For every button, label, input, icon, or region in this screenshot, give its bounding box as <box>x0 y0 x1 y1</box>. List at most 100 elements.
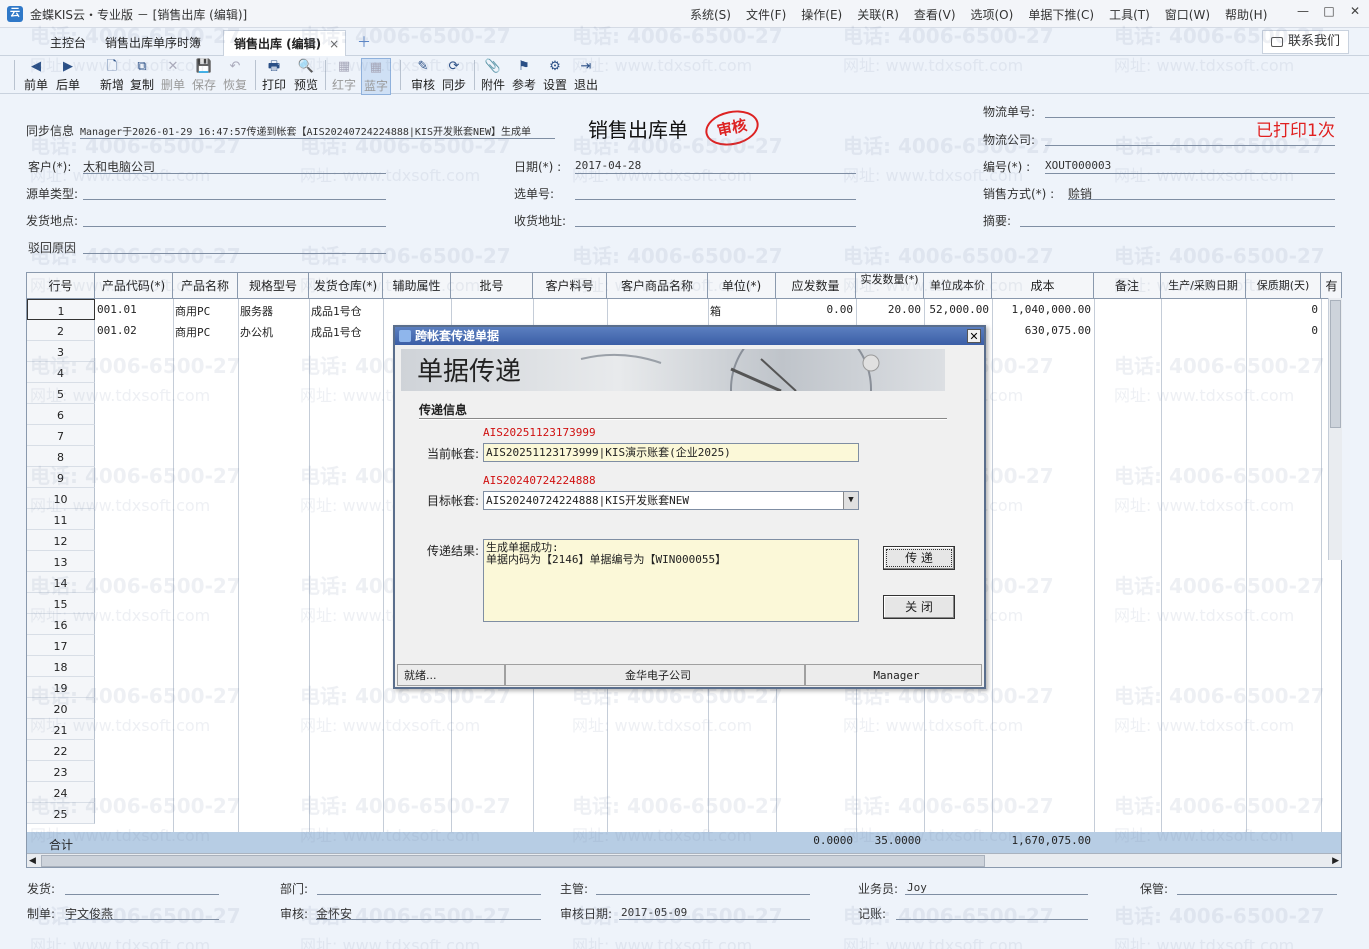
delete-button[interactable]: ✕ 删单 <box>158 58 188 93</box>
add-tab-icon[interactable]: ＋ <box>347 30 381 56</box>
row-number[interactable]: 19 <box>27 677 95 698</box>
preview-button[interactable]: 🔍 预览 <box>291 58 321 93</box>
row-number[interactable]: 10 <box>27 488 95 509</box>
tab-close-icon[interactable]: × <box>329 31 339 57</box>
row-number[interactable]: 13 <box>27 551 95 572</box>
reference-button[interactable]: ⚑ 参考 <box>509 58 539 93</box>
row-number[interactable]: 4 <box>27 362 95 383</box>
transfer-button[interactable]: 传 递 <box>883 546 955 570</box>
col-header-more[interactable]: 有 <box>1321 273 1341 299</box>
scroll-left-icon[interactable]: ◀ <box>29 856 36 866</box>
restore-button[interactable]: ↶ 恢复 <box>220 58 250 93</box>
logistics-company-field[interactable] <box>1045 145 1335 146</box>
col-header-remark[interactable]: 备注 <box>1094 273 1161 299</box>
vertical-scrollbar[interactable] <box>1328 298 1342 560</box>
dialog-close-icon[interactable]: ✕ <box>967 329 981 343</box>
horizontal-scrollbar[interactable]: ◀ ▶ <box>27 853 1341 867</box>
copy-button[interactable]: ⧉ 复制 <box>127 58 157 93</box>
product-code-cell[interactable]: 001.01 <box>97 303 137 316</box>
col-header-production-date[interactable]: 生产/采购日期 <box>1161 273 1246 299</box>
row-number[interactable]: 3 <box>27 341 95 362</box>
menu-options[interactable]: 选项(O) <box>971 6 1014 23</box>
supervisor-field[interactable] <box>596 894 810 895</box>
tab-sales-out-edit[interactable]: 销售出库 (编辑) × <box>223 30 347 57</box>
col-header-product-code[interactable]: 产品代码(*) <box>95 273 173 299</box>
bookkeeper-field[interactable] <box>896 919 1088 920</box>
row-number[interactable]: 24 <box>27 782 95 803</box>
row-number[interactable]: 5 <box>27 383 95 404</box>
red-invoice-button[interactable]: ▦ 红字 <box>329 58 359 93</box>
target-account-select[interactable]: AIS20240724224888|KIS开发账套NEW ▼ <box>483 491 859 510</box>
source-type-field[interactable] <box>83 199 386 200</box>
col-header-spec[interactable]: 规格型号 <box>238 273 309 299</box>
dept-field[interactable] <box>317 894 541 895</box>
row-number[interactable]: 25 <box>27 803 95 824</box>
ship-field[interactable] <box>65 894 219 895</box>
row-number[interactable]: 9 <box>27 467 95 488</box>
reject-reason-field[interactable] <box>83 253 386 254</box>
new-button[interactable]: 🗋 新增 <box>97 58 127 93</box>
exit-button[interactable]: ⇥ 退出 <box>571 58 601 93</box>
prev-doc-button[interactable]: ◀ 前单 <box>21 58 51 93</box>
warehouse-cell[interactable]: 成品1号仓 <box>311 324 362 340</box>
select-no-field[interactable] <box>575 199 856 200</box>
col-header-actual-qty[interactable]: 实发数量(*) <box>856 273 924 299</box>
row-number[interactable]: 15 <box>27 593 95 614</box>
settings-button[interactable]: ⚙ 设置 <box>540 58 570 93</box>
menu-view[interactable]: 查看(V) <box>914 6 956 23</box>
col-header-customer-product-name[interactable]: 客户商品名称 <box>607 273 708 299</box>
row-number[interactable]: 22 <box>27 740 95 761</box>
scroll-right-icon[interactable]: ▶ <box>1332 856 1339 866</box>
summary-field[interactable] <box>1020 226 1335 227</box>
row-number[interactable]: 11 <box>27 509 95 530</box>
transfer-result-box[interactable]: 生成单据成功: 单据内码为【2146】单据编号为【WIN000055】 <box>483 539 859 622</box>
due-qty-cell[interactable]: 0.00 <box>776 303 854 316</box>
minimize-button[interactable]: — <box>1290 4 1316 18</box>
blue-invoice-button[interactable]: ▦ 蓝字 <box>361 58 391 95</box>
menu-file[interactable]: 文件(F) <box>746 6 786 23</box>
spec-cell[interactable]: 办公机 <box>240 324 273 340</box>
row-number[interactable]: 20 <box>27 698 95 719</box>
maximize-button[interactable]: □ <box>1316 4 1342 18</box>
shelf-life-cell[interactable]: 0 <box>1246 324 1318 337</box>
col-header-shelf-life[interactable]: 保质期(天) <box>1246 273 1321 299</box>
row-number[interactable]: 7 <box>27 425 95 446</box>
keeper-field[interactable] <box>1177 894 1337 895</box>
col-header-batch-no[interactable]: 批号 <box>451 273 533 299</box>
ship-place-field[interactable] <box>83 226 386 227</box>
menu-help[interactable]: 帮助(H) <box>1225 6 1267 23</box>
save-button[interactable]: 💾 保存 <box>189 58 219 93</box>
menu-tools[interactable]: 工具(T) <box>1109 6 1150 23</box>
tab-console[interactable]: 主控台 <box>40 30 96 56</box>
row-number[interactable]: 14 <box>27 572 95 593</box>
row-number[interactable]: 23 <box>27 761 95 782</box>
row-number[interactable]: 12 <box>27 530 95 551</box>
col-header-warehouse[interactable]: 发货仓库(*) <box>309 273 383 299</box>
unit-cost-cell[interactable]: 52,000.00 <box>924 303 989 316</box>
close-window-button[interactable]: ✕ <box>1342 4 1368 18</box>
menu-relate[interactable]: 关联(R) <box>857 6 899 23</box>
salesman-field[interactable]: Joy <box>907 881 927 894</box>
sync-button[interactable]: ⟳ 同步 <box>439 58 469 93</box>
horizontal-scroll-thumb[interactable] <box>41 855 985 867</box>
row-number[interactable]: 21 <box>27 719 95 740</box>
menu-edit[interactable]: 操作(E) <box>801 6 842 23</box>
col-header-line-no[interactable]: 行号 <box>27 273 95 299</box>
shelf-life-cell[interactable]: 0 <box>1246 303 1318 316</box>
menu-push-down[interactable]: 单据下推(C) <box>1028 6 1094 23</box>
menu-window[interactable]: 窗口(W) <box>1165 6 1210 23</box>
receive-address-field[interactable] <box>575 226 856 227</box>
col-header-product-name[interactable]: 产品名称 <box>173 273 238 299</box>
col-header-unit-cost[interactable]: 单位成本价 <box>924 273 992 299</box>
warehouse-cell[interactable]: 成品1号仓 <box>311 303 362 319</box>
product-code-cell[interactable]: 001.02 <box>97 324 137 337</box>
row-number[interactable]: 18 <box>27 656 95 677</box>
row-number[interactable]: 6 <box>27 404 95 425</box>
tab-sales-out-list[interactable]: 销售出库单序时簿 <box>95 30 211 56</box>
audit-button[interactable]: ✎ 审核 <box>408 58 438 93</box>
unit-cell[interactable]: 箱 <box>710 303 721 319</box>
col-header-aux-attr[interactable]: 辅助属性 <box>383 273 451 299</box>
col-header-unit[interactable]: 单位(*) <box>708 273 776 299</box>
row-number[interactable]: 17 <box>27 635 95 656</box>
spec-cell[interactable]: 服务器 <box>240 303 273 319</box>
